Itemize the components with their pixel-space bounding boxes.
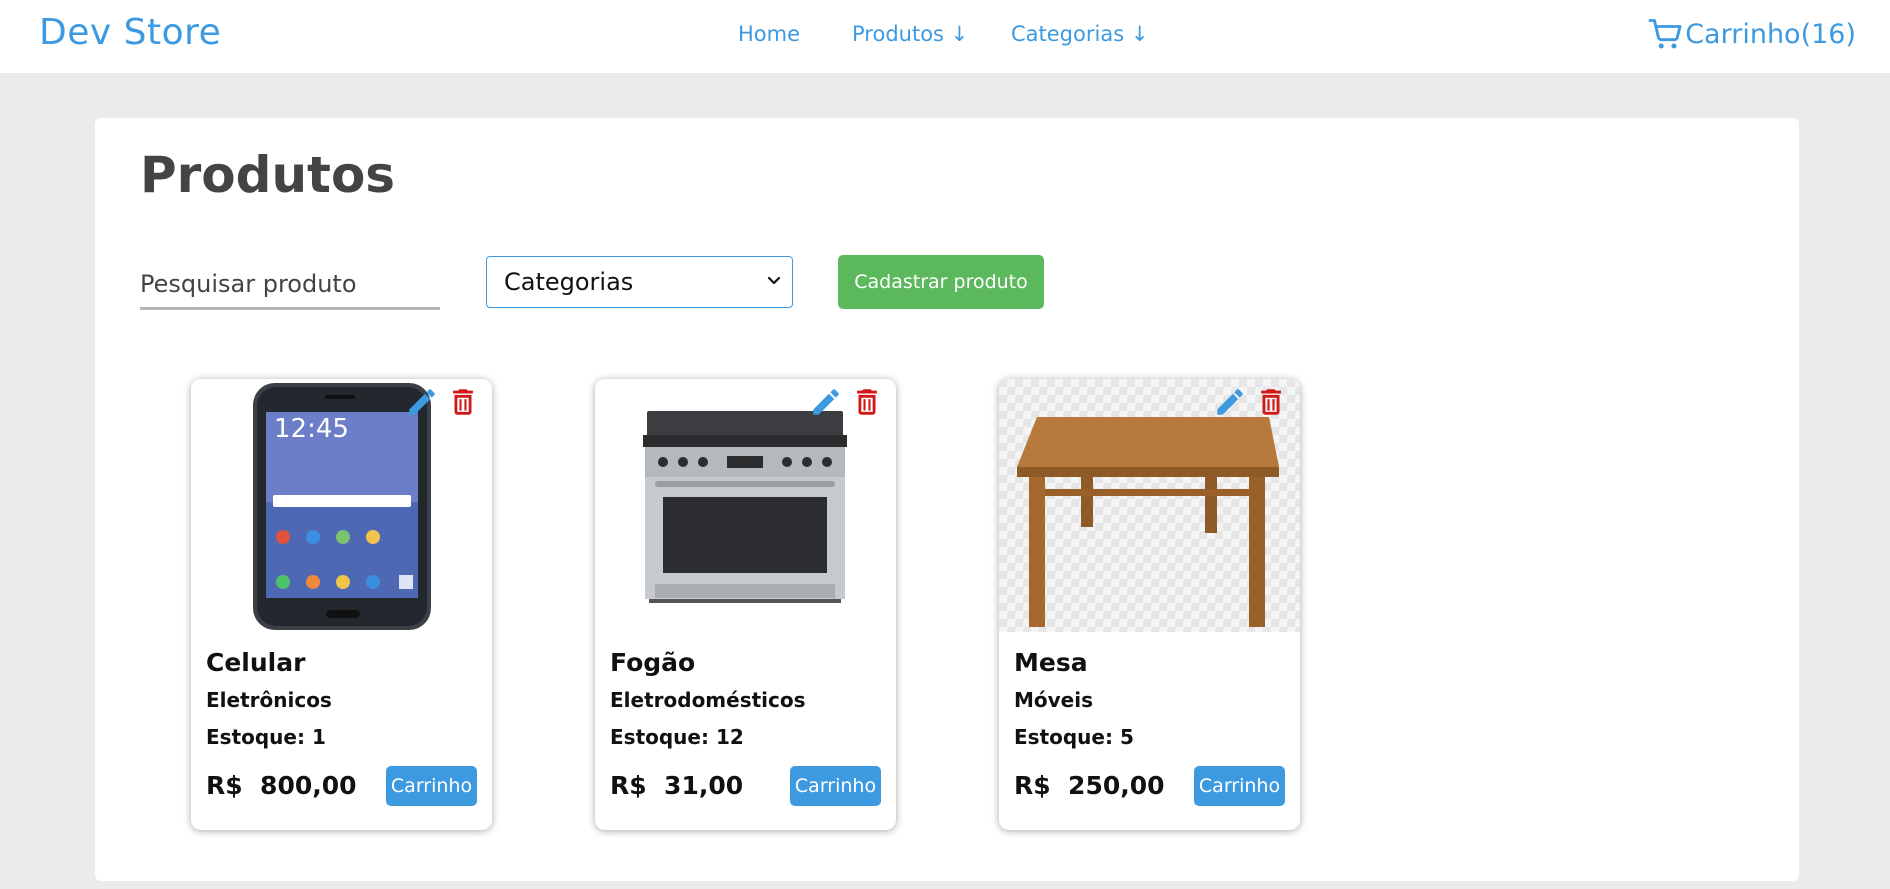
product-price: R$ 250,00	[1014, 771, 1165, 800]
product-category: Eletrônicos	[206, 688, 332, 712]
edit-icon[interactable]	[405, 385, 439, 419]
nav-categorias[interactable]: Categorias ↓	[1011, 22, 1148, 46]
add-to-cart-button[interactable]: Carrinho	[790, 766, 881, 806]
product-category: Eletrodomésticos	[610, 688, 806, 712]
svg-text:12:45: 12:45	[274, 414, 349, 444]
product-card: Fogão Eletrodomésticos Estoque: 12 R$ 31…	[595, 379, 896, 830]
trash-icon[interactable]	[446, 385, 480, 419]
product-card: 12:45 Celular Eletrônicos Estoque: 1 R$ …	[191, 379, 492, 830]
edit-icon[interactable]	[1213, 385, 1247, 419]
product-card: Mesa Móveis Estoque: 5 R$ 250,00 Carrinh…	[999, 379, 1300, 830]
add-to-cart-button[interactable]: Carrinho	[1194, 766, 1285, 806]
product-name: Celular	[206, 648, 306, 677]
category-select[interactable]: Categorias	[486, 256, 793, 308]
product-stock: Estoque: 12	[610, 725, 744, 749]
cart-link[interactable]: Carrinho(16)	[1647, 16, 1856, 52]
trash-icon[interactable]	[1254, 385, 1288, 419]
product-price: R$ 800,00	[206, 771, 357, 800]
main-nav: Home Produtos ↓ Categorias ↓	[0, 22, 1890, 52]
page-title: Produtos	[140, 146, 396, 204]
product-price: R$ 31,00	[610, 771, 744, 800]
cart-label: Carrinho(16)	[1685, 18, 1856, 50]
chevron-down-icon	[767, 276, 781, 285]
product-name: Fogão	[610, 648, 696, 677]
edit-icon[interactable]	[809, 385, 843, 419]
cart-icon	[1648, 19, 1682, 49]
add-product-button[interactable]: Cadastrar produto	[838, 255, 1044, 309]
nav-produtos[interactable]: Produtos ↓	[852, 22, 968, 46]
top-navbar: Dev Store Home Produtos ↓ Categorias ↓ C…	[0, 0, 1890, 73]
trash-icon[interactable]	[850, 385, 884, 419]
product-stock: Estoque: 5	[1014, 725, 1134, 749]
add-to-cart-button[interactable]: Carrinho	[386, 766, 477, 806]
product-category: Móveis	[1014, 688, 1094, 712]
category-select-value: Categorias	[504, 268, 634, 296]
product-stock: Estoque: 1	[206, 725, 326, 749]
nav-home[interactable]: Home	[738, 22, 800, 46]
search-input[interactable]	[140, 260, 440, 310]
product-name: Mesa	[1014, 648, 1088, 677]
products-panel: Produtos Categorias Cadastrar produto 12…	[95, 118, 1799, 881]
